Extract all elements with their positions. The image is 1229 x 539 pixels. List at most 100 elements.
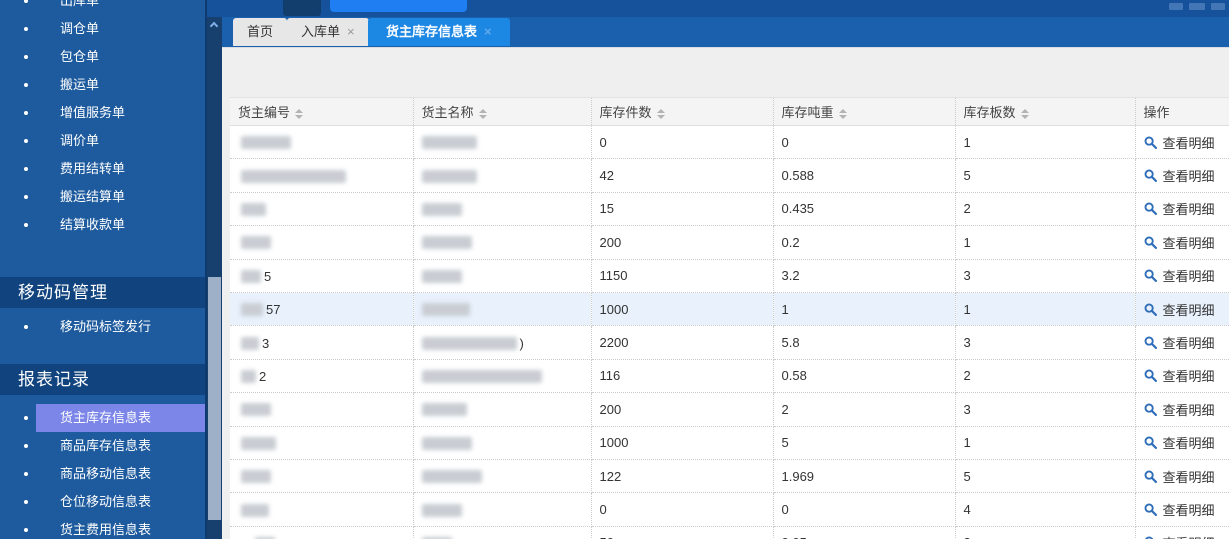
- bullet-icon: [24, 195, 28, 199]
- table-row[interactable]: 41 50 0.05 2 查看明细: [230, 526, 1229, 539]
- sidebar-item[interactable]: 结算收款单: [0, 211, 205, 239]
- redacted-text: [241, 236, 271, 250]
- cell-pieces: 15: [591, 192, 774, 227]
- view-detail-link[interactable]: 查看明细: [1144, 300, 1215, 319]
- sidebar-item[interactable]: 费用结转单: [0, 155, 205, 183]
- view-detail-link[interactable]: 查看明细: [1144, 467, 1215, 486]
- table-row[interactable]: 5 1150 3.2 3 查看明细: [230, 259, 1229, 293]
- sidebar-item[interactable]: 搬运结算单: [0, 183, 205, 211]
- sort-icon[interactable]: [656, 108, 665, 119]
- view-detail-link[interactable]: 查看明细: [1144, 333, 1215, 352]
- tab-owner-inventory-report[interactable]: 货主库存信息表 ×: [368, 18, 510, 46]
- sort-icon[interactable]: [295, 108, 304, 119]
- cell-pieces: 122: [591, 459, 774, 494]
- sort-icon[interactable]: [478, 108, 487, 119]
- cell-owner-id: 5: [230, 259, 414, 293]
- view-detail-link[interactable]: 查看明细: [1144, 166, 1215, 185]
- column-header[interactable]: 库存吨重: [773, 97, 956, 126]
- table-row[interactable]: 0 0 4 查看明细: [230, 492, 1229, 527]
- view-detail-link[interactable]: 查看明细: [1144, 233, 1215, 252]
- sidebar-scrollbar[interactable]: [207, 0, 222, 539]
- cell-owner-name: [413, 392, 592, 427]
- sidebar-item[interactable]: 调价单: [0, 127, 205, 155]
- redacted-text: [241, 403, 271, 417]
- view-detail-label: 查看明细: [1162, 336, 1215, 352]
- scrollbar-thumb[interactable]: [208, 277, 221, 520]
- sidebar-item[interactable]: 货主库存信息表: [0, 404, 205, 432]
- bullet-icon: [24, 500, 28, 504]
- column-header[interactable]: 货主编号: [230, 97, 414, 126]
- cell-owner-name: [413, 526, 592, 539]
- sidebar-item[interactable]: 商品移动信息表: [0, 460, 205, 488]
- view-detail-link[interactable]: 查看明细: [1144, 133, 1215, 152]
- table-row[interactable]: 200 0.2 1 查看明细: [230, 225, 1229, 260]
- redacted-text: [421, 303, 470, 317]
- header-menu-fragment[interactable]: [283, 0, 321, 16]
- view-detail-link[interactable]: 查看明细: [1144, 266, 1215, 285]
- close-icon[interactable]: ×: [347, 24, 355, 39]
- sidebar-item[interactable]: 仓位移动信息表: [0, 488, 205, 516]
- tab-label: 货主库存信息表: [386, 24, 478, 39]
- table-row[interactable]: 57 1000 1 1 查看明细: [230, 292, 1229, 327]
- cell-owner-id: 41: [230, 526, 414, 539]
- column-header[interactable]: 库存件数: [591, 97, 774, 126]
- sidebar-item[interactable]: 出库单: [0, 0, 205, 15]
- bullet-icon: [24, 167, 28, 171]
- sidebar-item[interactable]: 货主费用信息表: [0, 516, 205, 539]
- magnifier-icon: [1144, 236, 1157, 249]
- view-detail-label: 查看明细: [1163, 533, 1215, 539]
- view-detail-link[interactable]: 查看明细: [1144, 433, 1215, 452]
- cell-owner-id: [230, 125, 414, 160]
- view-detail-link[interactable]: 查看明细: [1144, 400, 1215, 419]
- sidebar-item[interactable]: 移动码标签发行: [0, 313, 205, 341]
- table-row[interactable]: 0 0 1 查看明细: [230, 125, 1229, 160]
- table-row[interactable]: 42 0.588 5 查看明细: [230, 158, 1229, 193]
- cell-pieces: 0: [591, 492, 774, 527]
- table-row[interactable]: 3 ) 2200 5.8 3 查看明细: [230, 325, 1229, 360]
- cell-tonnage: 0: [773, 492, 956, 527]
- table-row[interactable]: 200 2 3 查看明细: [230, 392, 1229, 427]
- view-detail-link[interactable]: 查看明细: [1144, 199, 1215, 218]
- tab-inbound-order[interactable]: 入库单 ×: [287, 18, 369, 46]
- table-row[interactable]: 2 116 0.58 2 查看明细: [230, 359, 1229, 394]
- magnifier-icon: [1144, 369, 1157, 383]
- sort-icon[interactable]: [838, 108, 847, 119]
- view-detail-link[interactable]: 查看明细: [1144, 533, 1215, 539]
- sort-icon[interactable]: [1020, 108, 1029, 119]
- cell-owner-name: [413, 259, 592, 293]
- cell-boards: 2: [955, 359, 1136, 394]
- table-row[interactable]: 122 1.969 5 查看明细: [230, 459, 1229, 494]
- sidebar-item-label: 货主费用信息表: [60, 522, 152, 537]
- tab-home[interactable]: 首页: [233, 18, 288, 46]
- view-detail-link[interactable]: 查看明细: [1144, 500, 1215, 519]
- redacted-text: [421, 203, 462, 216]
- close-icon[interactable]: ×: [484, 24, 492, 39]
- sidebar-item[interactable]: 调仓单: [0, 15, 205, 43]
- sidebar-item[interactable]: 商品库存信息表: [0, 432, 205, 460]
- header-button-fragment[interactable]: [330, 0, 467, 12]
- table-row[interactable]: 15 0.435 2 查看明细: [230, 192, 1229, 227]
- sidebar-section-mobile-code[interactable]: 移动码管理: [0, 277, 205, 308]
- sidebar-item-label: 商品库存信息表: [60, 438, 152, 453]
- cell-tonnage: 0.58: [773, 359, 956, 394]
- redacted-text: [241, 136, 291, 150]
- cell-owner-id: [230, 158, 414, 193]
- sidebar-item[interactable]: 包仓单: [0, 43, 205, 71]
- sidebar-section-items: 移动码标签发行: [0, 313, 205, 341]
- cell-tonnage: 0: [773, 125, 956, 160]
- sidebar-section-reports[interactable]: 报表记录: [0, 364, 205, 395]
- sidebar-item[interactable]: 增值服务单: [0, 99, 205, 127]
- scroll-up-arrow-icon[interactable]: [207, 17, 222, 33]
- sidebar-item[interactable]: 搬运单: [0, 71, 205, 99]
- cell-owner-name: [413, 359, 592, 394]
- redacted-text: [241, 269, 261, 283]
- column-header[interactable]: 货主名称: [413, 97, 592, 126]
- redacted-text: [421, 336, 517, 350]
- view-detail-link[interactable]: 查看明细: [1144, 366, 1215, 385]
- sidebar-item-label: 搬运结算单: [60, 189, 126, 204]
- view-detail-label: 查看明细: [1162, 436, 1215, 452]
- column-header[interactable]: 库存板数: [955, 97, 1136, 126]
- cell-owner-id: [230, 225, 414, 260]
- table-row[interactable]: 1000 5 1 查看明细: [230, 426, 1229, 460]
- column-header-label: 操作: [1143, 105, 1170, 120]
